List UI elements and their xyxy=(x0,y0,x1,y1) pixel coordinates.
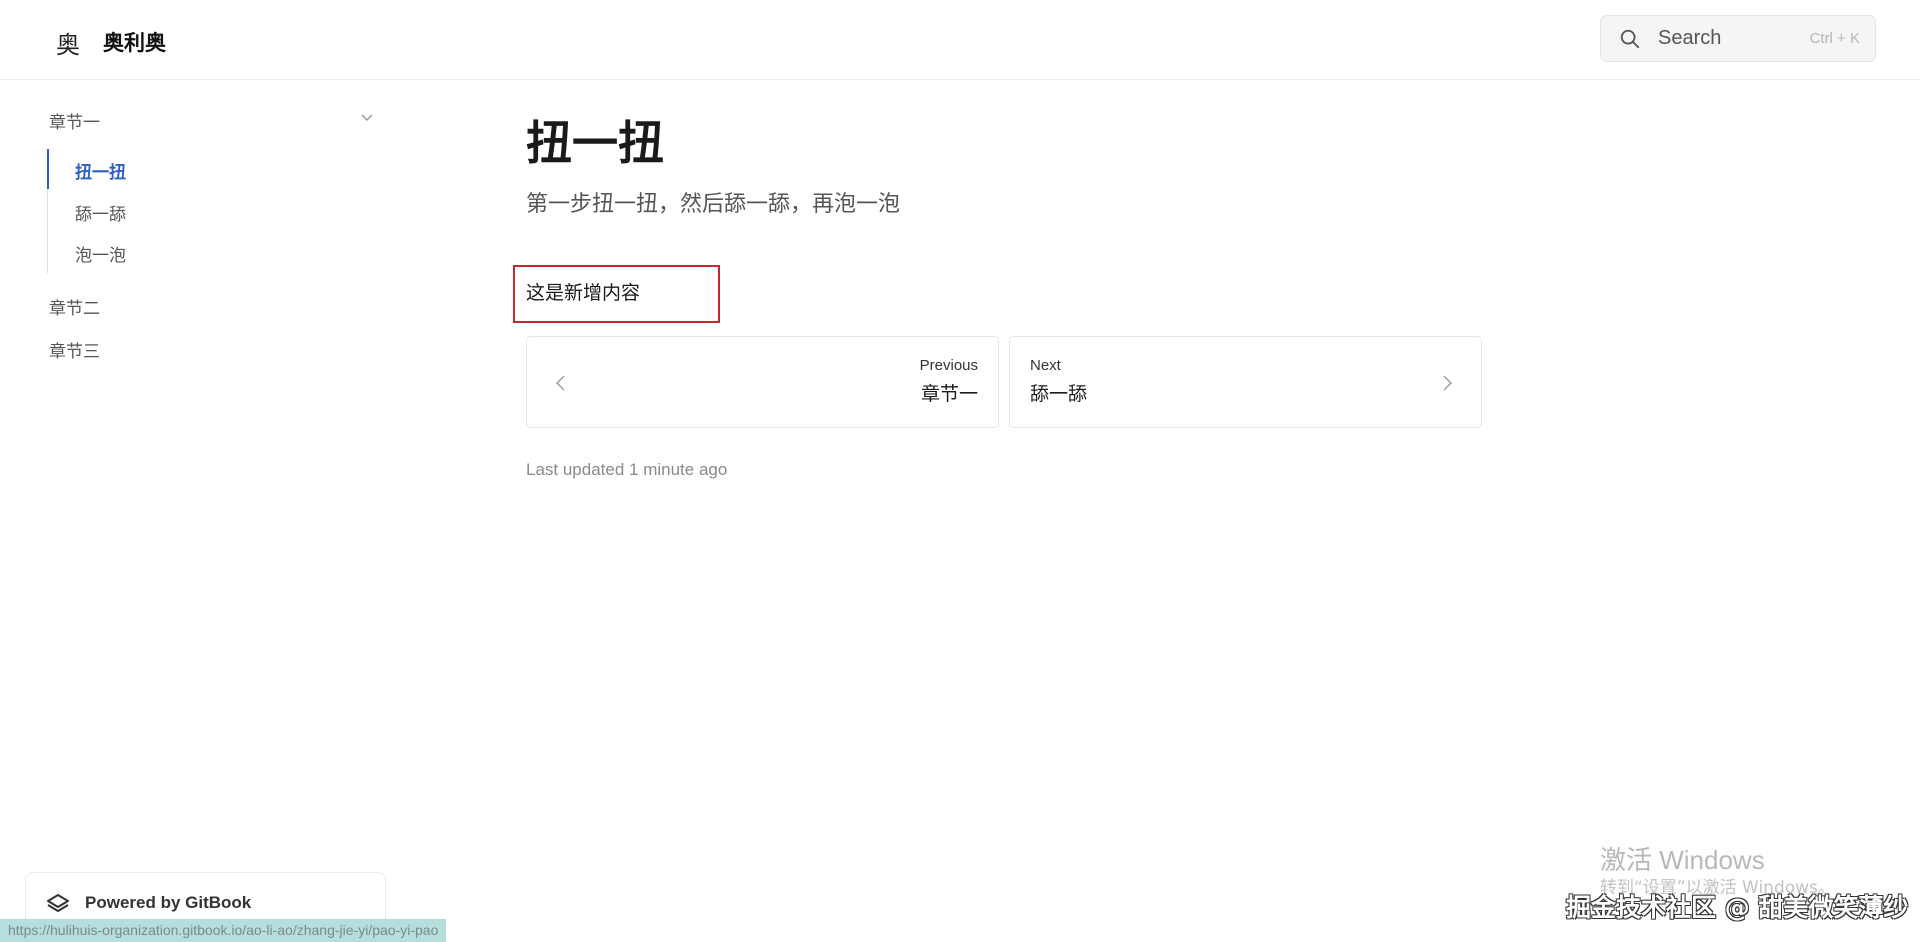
page-title: 扭一扭 xyxy=(526,116,664,170)
chevron-right-icon xyxy=(1443,375,1453,391)
page-description: 第一步扭一扭，然后舔一舔，再泡一泡 xyxy=(526,192,901,217)
sidebar-item-niu-yi-niu[interactable]: 扭一扭 xyxy=(75,158,126,183)
watermark: 掘金技术社区 @ 甜美微笑薄纱 xyxy=(1566,893,1909,922)
gitbook-logo-icon xyxy=(47,894,69,912)
sidebar-active-indicator xyxy=(47,149,49,189)
next-label: Next xyxy=(1030,357,1061,374)
search-icon xyxy=(1620,29,1640,49)
sidebar-item-tian-yi-tian[interactable]: 舔一舔 xyxy=(75,200,126,225)
sidebar-section-2[interactable]: 章节二 xyxy=(49,294,100,319)
search-placeholder: Search xyxy=(1658,27,1722,49)
site-logo-icon[interactable]: 奥 xyxy=(56,25,80,60)
chevron-left-icon xyxy=(555,375,565,391)
next-page-title: 舔一舔 xyxy=(1030,383,1088,405)
chevron-down-icon[interactable] xyxy=(358,108,376,126)
status-bar-url: https://hulihuis-organization.gitbook.io… xyxy=(0,919,447,942)
site-title[interactable]: 奥利奥 xyxy=(103,27,166,57)
previous-page-link[interactable]: Previous 章节一 xyxy=(526,336,999,428)
previous-label: Previous xyxy=(919,357,978,374)
sidebar-item-pao-yi-pao[interactable]: 泡一泡 xyxy=(75,241,126,266)
body-paragraph: 这是新增内容 xyxy=(526,282,641,304)
search-input[interactable]: Search Ctrl + K xyxy=(1600,15,1876,62)
next-page-link[interactable]: Next 舔一舔 xyxy=(1009,336,1482,428)
sidebar-section-1[interactable]: 章节一 xyxy=(49,108,100,133)
windows-activation-title: 激活 Windows xyxy=(1600,845,1765,875)
powered-by-label: Powered by GitBook xyxy=(85,893,252,912)
sidebar xyxy=(0,80,400,942)
search-shortcut: Ctrl + K xyxy=(1809,30,1860,47)
top-header: 奥 奥利奥 Search Ctrl + K xyxy=(0,0,1920,80)
previous-page-title: 章节一 xyxy=(920,383,978,405)
sidebar-section-3[interactable]: 章节三 xyxy=(49,337,100,362)
last-updated: Last updated 1 minute ago xyxy=(526,460,728,479)
